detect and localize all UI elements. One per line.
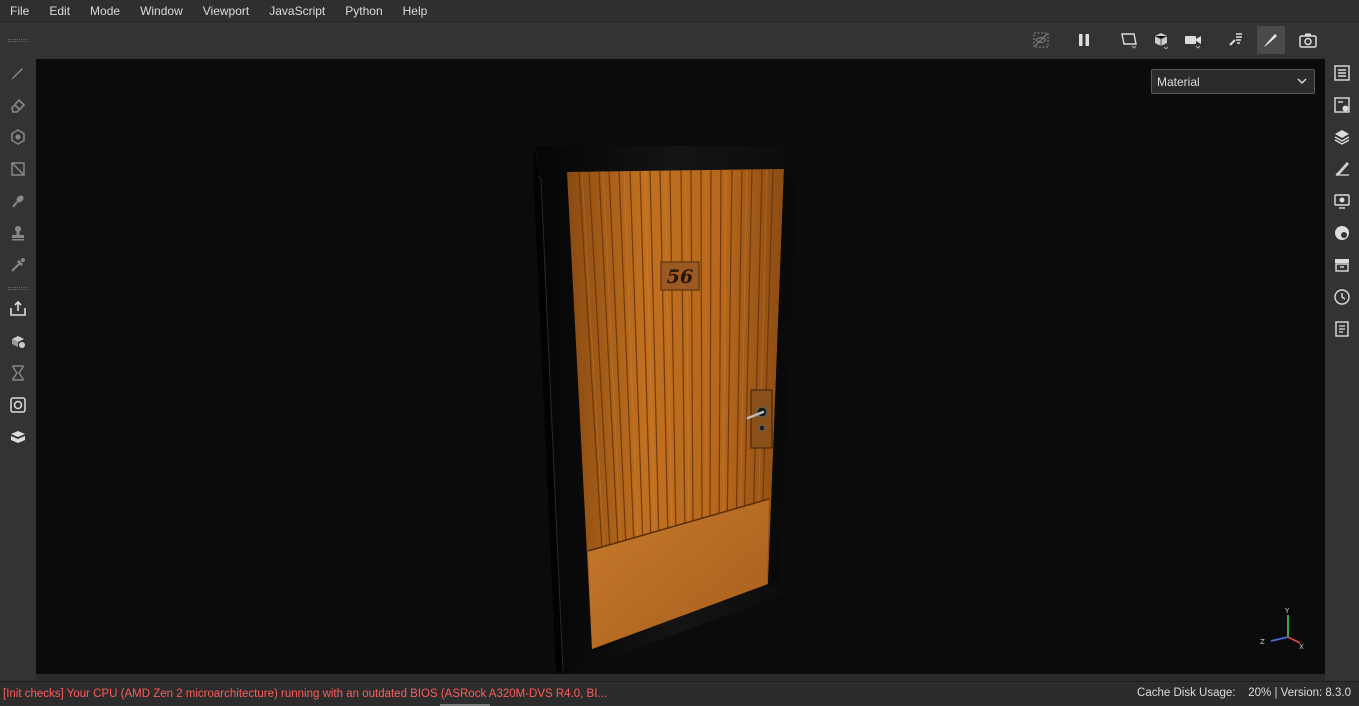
shelf-panel-button[interactable] bbox=[1328, 251, 1356, 279]
texture-set-settings-button[interactable] bbox=[1328, 91, 1356, 119]
polygon-fill-icon bbox=[11, 162, 25, 176]
chevron-down-icon bbox=[1297, 78, 1307, 84]
layers-stack-icon bbox=[1334, 130, 1350, 145]
menu-python[interactable]: Python bbox=[335, 0, 392, 22]
shader-settings-icon bbox=[1335, 226, 1349, 240]
plugin-tool[interactable] bbox=[4, 423, 32, 451]
bake-tool[interactable] bbox=[4, 327, 32, 355]
paint-mode-icon bbox=[1264, 34, 1277, 47]
menu-mode[interactable]: Mode bbox=[80, 0, 130, 22]
export-icon bbox=[10, 300, 26, 316]
history-icon bbox=[1334, 289, 1350, 305]
shading-mode-value: Material bbox=[1157, 74, 1200, 89]
plugin-icon bbox=[11, 431, 25, 443]
texture-set-settings-icon bbox=[1334, 97, 1350, 113]
toolbar-grip[interactable] bbox=[8, 287, 28, 290]
projection-tool[interactable] bbox=[4, 123, 32, 151]
log-button[interactable] bbox=[1328, 315, 1356, 343]
bake-mode-button[interactable] bbox=[1222, 26, 1250, 54]
menu-viewport[interactable]: Viewport bbox=[193, 0, 259, 22]
gizmo-z-label: Z bbox=[1260, 638, 1265, 646]
menu-bar: File Edit Mode Window Viewport JavaScrip… bbox=[0, 0, 1359, 22]
iray-tool[interactable] bbox=[4, 391, 32, 419]
eraser-tool[interactable] bbox=[4, 91, 32, 119]
door-model: 56 bbox=[533, 146, 822, 673]
viewport-bottom-strip bbox=[36, 674, 1325, 681]
camera-icon bbox=[1185, 36, 1201, 49]
paint-brush-tool[interactable] bbox=[4, 59, 32, 87]
bake-icon bbox=[12, 336, 25, 348]
camera-button[interactable] bbox=[1179, 26, 1207, 54]
right-toolbar bbox=[1325, 23, 1359, 681]
smudge-icon bbox=[12, 195, 24, 208]
menu-javascript[interactable]: JavaScript bbox=[259, 0, 335, 22]
pause-icon bbox=[1079, 34, 1089, 46]
color-picker-tool[interactable] bbox=[4, 251, 32, 279]
clone-stamp-tool[interactable] bbox=[4, 219, 32, 247]
eraser-icon bbox=[11, 98, 26, 113]
status-bar: [Init checks] Your CPU (AMD Zen 2 microa… bbox=[0, 681, 1359, 706]
history-button[interactable] bbox=[1328, 283, 1356, 311]
export-tool[interactable] bbox=[4, 295, 32, 323]
screenshot-icon bbox=[1299, 33, 1317, 48]
gizmo-y-label: Y bbox=[1284, 607, 1290, 615]
menu-window[interactable]: Window bbox=[130, 0, 193, 22]
pause-button[interactable] bbox=[1070, 26, 1098, 54]
color-picker-icon bbox=[11, 258, 25, 272]
timer-tool[interactable] bbox=[4, 359, 32, 387]
shader-settings-button[interactable] bbox=[1328, 219, 1356, 247]
shelf-panel-icon bbox=[1335, 259, 1349, 272]
shading-mode-select[interactable]: Material bbox=[1151, 69, 1315, 94]
status-message[interactable]: [Init checks] Your CPU (AMD Zen 2 microa… bbox=[0, 688, 900, 700]
clone-stamp-icon bbox=[12, 226, 24, 241]
status-info: Cache Disk Usage: 20% | Version: 8.3.0 bbox=[1137, 687, 1351, 699]
hide-uv-button[interactable] bbox=[1027, 26, 1055, 54]
top-toolbar bbox=[36, 23, 1325, 59]
cache-disk-value: 20% bbox=[1248, 687, 1272, 699]
3d-view-icon bbox=[1154, 33, 1169, 49]
layers-stack-button[interactable] bbox=[1328, 123, 1356, 151]
2d-view-icon bbox=[1121, 33, 1137, 49]
3d-view-button[interactable] bbox=[1147, 26, 1175, 54]
menu-help[interactable]: Help bbox=[393, 0, 438, 22]
layers-list-icon bbox=[1334, 65, 1350, 81]
left-toolbar bbox=[0, 23, 36, 681]
smudge-tool[interactable] bbox=[4, 187, 32, 215]
axis-gizmo: Y X Z bbox=[1260, 607, 1304, 651]
cache-disk-label: Cache Disk Usage: bbox=[1137, 687, 1236, 699]
layers-list-button[interactable] bbox=[1328, 59, 1356, 87]
display-settings-button[interactable] bbox=[1328, 187, 1356, 215]
bake-mode-icon bbox=[1229, 33, 1242, 46]
door-number: 56 bbox=[667, 266, 693, 288]
2d-view-button[interactable] bbox=[1115, 26, 1143, 54]
polygon-fill-tool[interactable] bbox=[4, 155, 32, 183]
paint-brush-icon bbox=[11, 68, 23, 80]
properties-icon bbox=[1335, 162, 1349, 176]
hourglass-icon bbox=[12, 365, 24, 381]
toolbar-grip[interactable] bbox=[8, 39, 28, 42]
3d-viewport[interactable]: 56 Y X Z Material bbox=[36, 59, 1325, 674]
paint-mode-button[interactable] bbox=[1257, 26, 1285, 54]
gizmo-x-label: X bbox=[1299, 643, 1304, 651]
properties-button[interactable] bbox=[1328, 155, 1356, 183]
menu-edit[interactable]: Edit bbox=[39, 0, 80, 22]
log-icon bbox=[1335, 321, 1349, 337]
hide-uv-icon bbox=[1033, 32, 1049, 48]
display-settings-icon bbox=[1334, 194, 1350, 209]
projection-icon bbox=[11, 129, 25, 145]
version-label: | Version: 8.3.0 bbox=[1274, 687, 1351, 699]
iray-icon bbox=[10, 397, 26, 413]
screenshot-button[interactable] bbox=[1294, 26, 1322, 54]
menu-file[interactable]: File bbox=[0, 0, 39, 22]
